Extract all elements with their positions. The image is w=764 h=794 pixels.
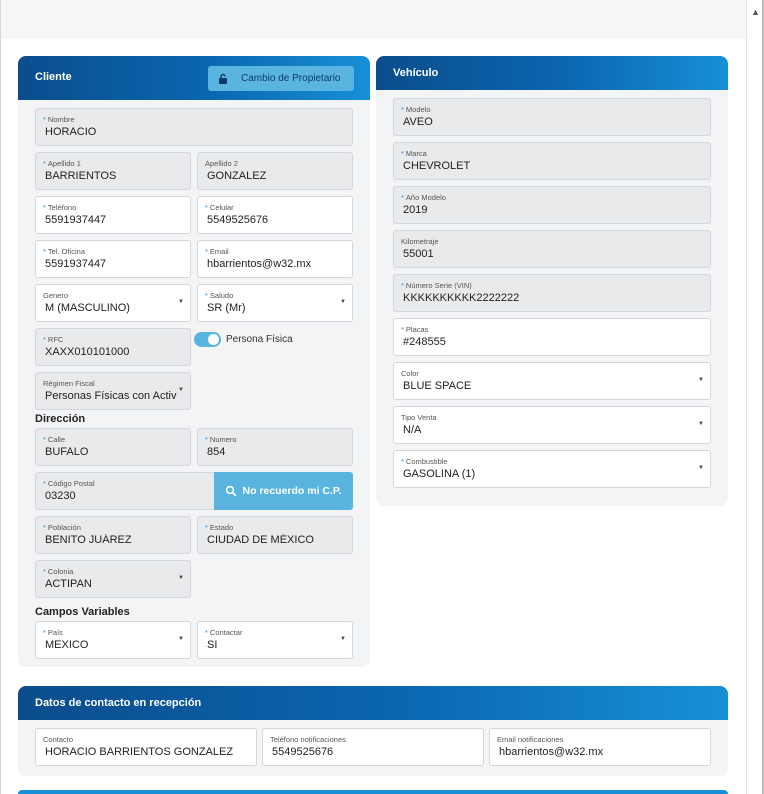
caret-down-icon: ▼: [698, 421, 704, 427]
caret-down-icon: ▼: [698, 377, 704, 383]
persona-fisica-toggle[interactable]: [194, 332, 221, 347]
find-cp-label: No recuerdo mi C.P.: [242, 485, 342, 497]
cliente-title: Cliente: [35, 71, 72, 83]
email-notificaciones-field[interactable]: Email notificaciones hbarrientos@w32.mx: [489, 728, 711, 766]
cliente-header: Cliente Cambio de Propietario: [18, 56, 370, 100]
rfc-field[interactable]: * RFC XAXX010101000: [35, 328, 191, 366]
saludo-select[interactable]: * Saludo SR (Mr) ▼: [197, 284, 353, 322]
contacto-card: Datos de contacto en recepción Contacto …: [18, 686, 728, 776]
campos-variables-heading: Campos Variables: [35, 606, 130, 618]
contacto-field[interactable]: Contacto HORACIO BARRIENTOS GONZALEZ: [35, 728, 257, 766]
colonia-select[interactable]: * Colonia ACTIPAN ▼: [35, 560, 191, 598]
modelo-field[interactable]: * Modelo AVEO: [393, 98, 711, 136]
caret-down-icon: ▼: [340, 299, 346, 305]
combustible-select[interactable]: * Combustible GASOLINA (1) ▼: [393, 450, 711, 488]
genero-select[interactable]: Genero M (MASCULINO) ▼: [35, 284, 191, 322]
celular-field[interactable]: * Celular 5549525676: [197, 196, 353, 234]
vin-field[interactable]: * Número Serie (VIN) KKKKKKKKKK2222222: [393, 274, 711, 312]
direccion-heading: Dirección: [35, 413, 86, 425]
caret-down-icon: ▼: [178, 299, 184, 305]
placas-field[interactable]: * Placas #248555: [393, 318, 711, 356]
contacto-title: Datos de contacto en recepción: [35, 697, 202, 709]
window-frame: [0, 0, 1, 794]
caret-down-icon: ▼: [340, 636, 346, 642]
telefono-notificaciones-field[interactable]: Teléfono notificaciones 5549525676: [262, 728, 484, 766]
apellido2-field[interactable]: Apellido 2 GONZALEZ: [197, 152, 353, 190]
caret-down-icon: ▼: [698, 465, 704, 471]
cliente-card: Cliente Cambio de Propietario * Nombre HO…: [18, 56, 370, 667]
find-cp-button[interactable]: No recuerdo mi C.P.: [214, 472, 353, 510]
calle-field[interactable]: * Calle BUFALO: [35, 428, 191, 466]
scroll-up-icon[interactable]: ▲: [751, 8, 760, 17]
lock-icon: [217, 73, 229, 85]
telefono-field[interactable]: * Teléfono 5591937447: [35, 196, 191, 234]
toggle-knob: [208, 334, 219, 345]
tel-oficina-field[interactable]: * Tel. Oficina 5591937447: [35, 240, 191, 278]
caret-down-icon: ▼: [178, 387, 184, 393]
change-owner-label: Cambio de Propietario: [241, 73, 341, 84]
email-field[interactable]: * Email hbarrientos@w32.mx: [197, 240, 353, 278]
contactar-select[interactable]: * Contactar SI ▼: [197, 621, 353, 659]
tipo-venta-select[interactable]: Tipo Venta N/A ▼: [393, 406, 711, 444]
vehiculo-card: Vehículo * Modelo AVEO * Marca CHEVROLET *…: [376, 56, 728, 506]
vehiculo-title: Vehículo: [393, 67, 439, 79]
caret-down-icon: ▼: [178, 636, 184, 642]
caret-down-icon: ▼: [178, 575, 184, 581]
color-select[interactable]: Color BLUE SPACE ▼: [393, 362, 711, 400]
kilometraje-field[interactable]: Kilometraje 55001: [393, 230, 711, 268]
search-icon: [225, 485, 237, 497]
numero-field[interactable]: * Numero 854: [197, 428, 353, 466]
regimen-select[interactable]: Régimen Fiscal Personas Físicas con Acti…: [35, 372, 191, 410]
pais-select[interactable]: * País MEXICO ▼: [35, 621, 191, 659]
top-bar: [0, 0, 746, 38]
next-section-header: [18, 790, 728, 794]
nombre-field[interactable]: * Nombre HORACIO: [35, 108, 353, 146]
apellido1-field[interactable]: * Apellido 1 BARRIENTOS: [35, 152, 191, 190]
contacto-header: Datos de contacto en recepción: [18, 686, 728, 720]
persona-fisica-label: Persona Física: [226, 334, 293, 345]
change-owner-button[interactable]: Cambio de Propietario: [208, 66, 354, 91]
anio-modelo-field[interactable]: * Año Modelo 2019: [393, 186, 711, 224]
codigo-postal-field[interactable]: * Código Postal 03230: [35, 472, 215, 510]
vehiculo-header: Vehículo: [376, 56, 728, 90]
marca-field[interactable]: * Marca CHEVROLET: [393, 142, 711, 180]
poblacion-field[interactable]: * Población BENITO JUÁREZ: [35, 516, 191, 554]
estado-field[interactable]: * Estado CIUDAD DE MÉXICO: [197, 516, 353, 554]
